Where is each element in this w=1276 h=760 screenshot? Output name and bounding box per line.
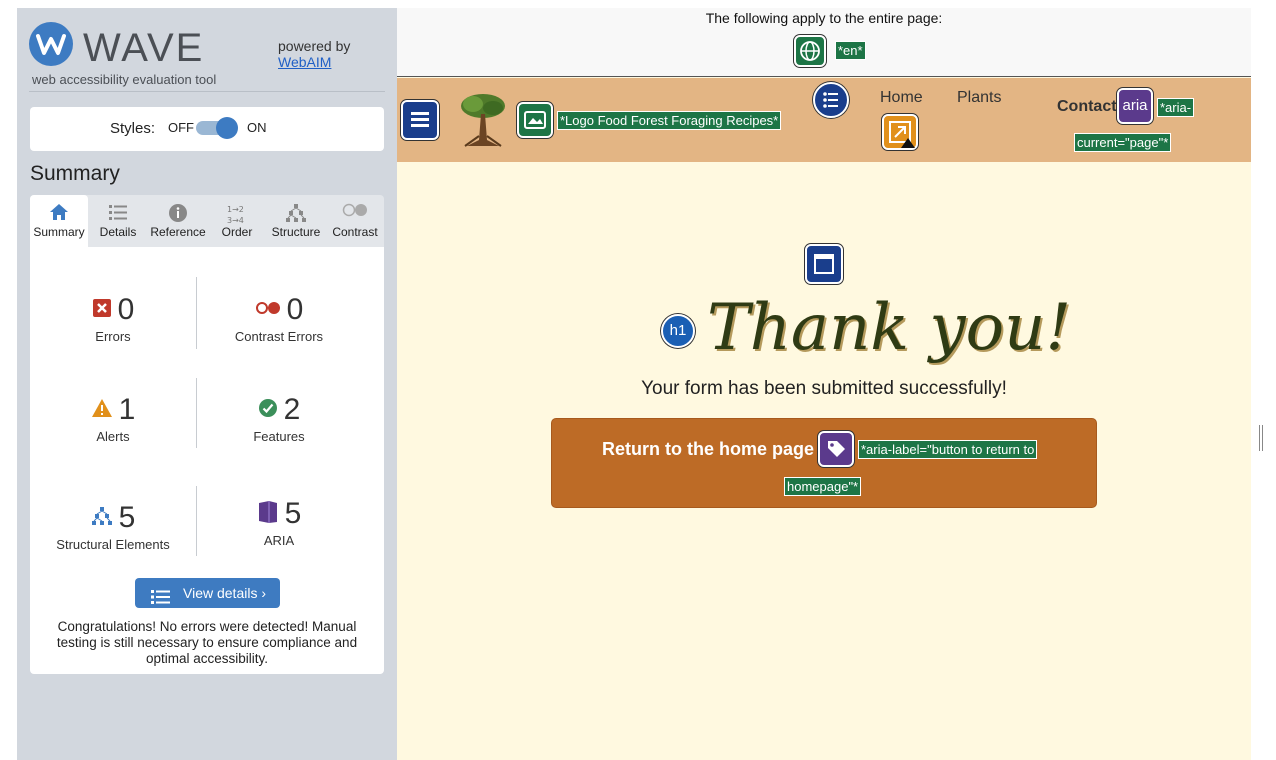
congrats-message: Congratulations! No errors were detected…: [56, 619, 358, 666]
aria-badge-icon[interactable]: aria: [1117, 88, 1153, 124]
aria-label-annotation-2: homepage"*: [784, 477, 862, 496]
tab-structure[interactable]: Structure: [266, 195, 326, 247]
thank-you-heading: Thank you!: [707, 291, 1072, 365]
webaim-link[interactable]: WebAIM: [278, 54, 350, 70]
tab-order-label: Order: [221, 225, 253, 239]
nav-plants-link[interactable]: Plants: [957, 89, 1001, 107]
view-details-button[interactable]: View details ›: [135, 578, 280, 608]
screen: WAVE web accessibility evaluation tool p…: [0, 0, 1276, 760]
summary-heading: Summary: [30, 162, 120, 185]
aria-book-icon: [257, 500, 279, 529]
return-home-button[interactable]: Return to the home page *aria-label="but…: [551, 418, 1097, 508]
svg-text:3→4: 3→4: [227, 216, 244, 225]
error-icon: [92, 298, 112, 323]
alerts-label: Alerts: [96, 429, 130, 444]
header-landmark-icon[interactable]: [401, 100, 439, 140]
tab-summary[interactable]: Summary: [30, 195, 88, 247]
contrast-errors-label: Contrast Errors: [234, 329, 324, 344]
errors-count: 0: [117, 293, 135, 326]
lang-annotation: *en*: [835, 41, 866, 60]
structural-stat[interactable]: 5 Structural Elements: [30, 501, 196, 552]
list-icon: [90, 195, 146, 225]
redundant-link-alert-icon[interactable]: [882, 114, 918, 150]
site-logo-tree[interactable]: [457, 92, 509, 148]
wave-subtitle: web accessibility evaluation tool: [32, 72, 217, 87]
tab-contrast-label: Contrast: [332, 225, 378, 239]
site-header: *Logo Food Forest Foraging Recipes* Home…: [397, 78, 1251, 162]
errors-label: Errors: [95, 329, 131, 344]
main-content: h1 Thank you! Your form has been submitt…: [397, 162, 1251, 760]
errors-stat[interactable]: 0 Errors: [30, 293, 196, 344]
image-alt-icon[interactable]: [517, 102, 553, 138]
aria-stat[interactable]: 5 ARIA: [196, 497, 362, 548]
tab-summary-label: Summary: [33, 225, 85, 239]
tab-contrast[interactable]: Contrast: [326, 195, 384, 247]
structure-icon: [266, 195, 326, 225]
aria-count: 5: [284, 497, 302, 530]
aria-current-annotation-2: current="page"*: [1074, 133, 1172, 152]
summary-panel: 0 Errors 0 Contrast Errors 1 Alerts 2 Fe…: [30, 247, 384, 674]
tab-order[interactable]: 1→2 3→4 Order: [210, 195, 264, 247]
main-landmark-icon[interactable]: [805, 244, 843, 284]
styles-toggle-box: Styles: OFF ON: [30, 107, 384, 151]
page-level-annotations: The following apply to the entire page: …: [397, 8, 1251, 77]
contrast-icon: [326, 195, 384, 225]
svg-text:1→2: 1→2: [227, 205, 244, 214]
contrast-error-icon: [255, 301, 281, 320]
alerts-count: 1: [118, 393, 136, 426]
tab-details-label: Details: [99, 225, 137, 239]
alert-icon: [91, 398, 113, 423]
page-preview: The following apply to the entire page: …: [397, 8, 1251, 760]
aria-label-tag-icon[interactable]: [818, 431, 854, 467]
wave-tabs: Summary Details Reference 1→23→4 Order: [30, 195, 384, 247]
view-details-label: View details ›: [183, 585, 267, 601]
tab-details[interactable]: Details: [90, 195, 146, 247]
features-stat[interactable]: 2 Features: [196, 393, 362, 444]
structure-tree-icon: [91, 506, 113, 531]
entire-page-note: The following apply to the entire page:: [705, 10, 943, 26]
tab-reference-label: Reference: [150, 225, 206, 239]
structural-count: 5: [118, 501, 136, 534]
home-icon: [30, 195, 88, 225]
panel-resize-handle[interactable]: [1259, 425, 1263, 451]
tab-reference[interactable]: Reference: [146, 195, 210, 247]
aria-label: ARIA: [263, 533, 295, 548]
unordered-list-icon[interactable]: [813, 82, 849, 118]
contrast-errors-stat[interactable]: 0 Contrast Errors: [196, 293, 362, 344]
structural-label: Structural Elements: [56, 537, 170, 552]
wave-sidebar: WAVE web accessibility evaluation tool p…: [17, 8, 397, 760]
styles-label: Styles:: [110, 120, 156, 137]
styles-off-label: OFF: [168, 120, 194, 135]
nav-home-link[interactable]: Home: [880, 89, 923, 107]
wave-title: WAVE: [83, 26, 205, 70]
nav-contact-link[interactable]: Contact: [1057, 98, 1117, 116]
wave-logo-icon: [29, 22, 73, 66]
h1-heading-icon[interactable]: h1: [661, 314, 695, 348]
language-globe-icon[interactable]: [794, 35, 826, 67]
tab-structure-label: Structure: [271, 225, 321, 239]
info-icon: [146, 195, 210, 225]
features-label: Features: [253, 429, 305, 444]
styles-toggle-knob[interactable]: [216, 117, 238, 139]
styles-on-label: ON: [247, 120, 267, 135]
powered-by: powered by WebAIM: [278, 38, 350, 70]
aria-label-annotation-1: *aria-label="button to return to: [858, 440, 1038, 459]
aria-current-annotation-1: *aria-: [1157, 98, 1195, 117]
order-icon: 1→2 3→4: [210, 195, 264, 225]
wave-brand: WAVE web accessibility evaluation tool p…: [29, 22, 385, 92]
feature-check-icon: [258, 398, 278, 423]
list-icon: [151, 585, 171, 615]
powered-by-text: powered by: [278, 38, 351, 54]
return-home-label: Return to the home page: [602, 439, 815, 459]
submitted-message: Your form has been submitted successfull…: [641, 378, 1007, 399]
alerts-stat[interactable]: 1 Alerts: [30, 393, 196, 444]
logo-alt-annotation: *Logo Food Forest Foraging Recipes*: [557, 111, 782, 130]
features-count: 2: [283, 393, 301, 426]
contrast-errors-count: 0: [286, 293, 304, 326]
